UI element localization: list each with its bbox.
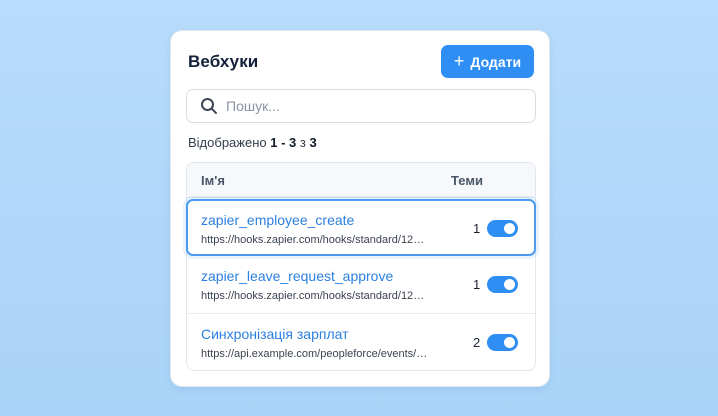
- webhook-name-link[interactable]: zapier_leave_request_approve: [201, 268, 393, 284]
- enabled-toggle[interactable]: [487, 276, 518, 293]
- plus-icon: +: [453, 51, 465, 71]
- webhooks-table: Ім'я Теми zapier_employee_create https:/…: [186, 162, 536, 371]
- column-header-name[interactable]: Ім'я: [201, 173, 225, 188]
- webhook-url: https://hooks.zapier.com/hooks/standard/…: [201, 290, 429, 302]
- toggle-knob: [504, 337, 515, 348]
- add-button-label: Додати: [470, 53, 522, 70]
- search-box[interactable]: [186, 89, 536, 123]
- search-icon: [200, 97, 218, 115]
- webhook-name-link[interactable]: Синхронізація зарплат: [201, 326, 349, 342]
- topics-count: 1: [473, 221, 481, 236]
- topics-count: 2: [473, 335, 481, 350]
- webhook-url: https://api.example.com/peopleforce/even…: [201, 348, 429, 360]
- results-prefix: Відображено: [188, 135, 267, 150]
- toggle-knob: [504, 223, 515, 234]
- table-row[interactable]: zapier_employee_create https://hooks.zap…: [186, 199, 536, 256]
- page-title: Вебхуки: [188, 52, 259, 71]
- webhook-url: https://hooks.zapier.com/hooks/standard/…: [201, 234, 429, 246]
- results-total: 3: [309, 135, 317, 150]
- webhook-name-link[interactable]: zapier_employee_create: [201, 212, 354, 228]
- search-input[interactable]: [226, 98, 516, 114]
- topics-count: 1: [473, 277, 481, 292]
- column-header-topics[interactable]: Теми: [451, 173, 483, 188]
- table-row[interactable]: Синхронізація зарплат https://api.exampl…: [187, 313, 535, 370]
- add-webhook-button[interactable]: + Додати: [441, 45, 534, 78]
- table-row[interactable]: zapier_leave_request_approve https://hoo…: [187, 256, 535, 313]
- toggle-knob: [504, 279, 515, 290]
- webhooks-card: Вебхуки + Додати Відображено 1 - 3 з 3 І…: [170, 30, 550, 387]
- enabled-toggle[interactable]: [487, 334, 518, 351]
- results-count: Відображено 1 - 3 з 3: [188, 135, 317, 150]
- results-separator: з: [299, 135, 306, 150]
- table-header: Ім'я Теми: [187, 163, 535, 198]
- results-range: 1 - 3: [270, 135, 297, 150]
- enabled-toggle[interactable]: [487, 220, 518, 237]
